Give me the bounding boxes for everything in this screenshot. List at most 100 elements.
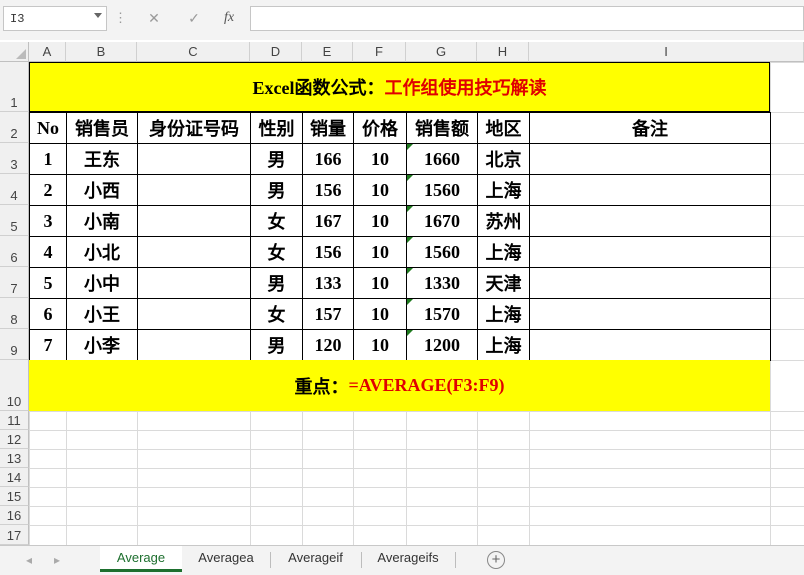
- table-cell[interactable]: [137, 143, 251, 175]
- column-header-f[interactable]: F: [353, 42, 406, 62]
- table-cell[interactable]: 157: [302, 298, 354, 330]
- sheet-tab-average[interactable]: Average: [100, 546, 182, 572]
- column-header-i[interactable]: I: [529, 42, 804, 62]
- row-header-9[interactable]: 9: [0, 329, 29, 360]
- column-header-b[interactable]: B: [66, 42, 137, 62]
- table-cell[interactable]: 上海: [477, 236, 530, 268]
- table-cell[interactable]: 156: [302, 236, 354, 268]
- table-cell[interactable]: 120: [302, 329, 354, 361]
- table-cell[interactable]: 1570: [406, 298, 478, 330]
- table-cell[interactable]: 女: [250, 236, 303, 268]
- table-cell[interactable]: 133: [302, 267, 354, 299]
- table-cell[interactable]: [529, 236, 771, 268]
- table-cell[interactable]: 10: [353, 236, 407, 268]
- table-cell[interactable]: 小中: [66, 267, 138, 299]
- table-cell[interactable]: 7: [29, 329, 67, 361]
- table-cell[interactable]: 上海: [477, 174, 530, 206]
- table-cell[interactable]: 北京: [477, 143, 530, 175]
- table-cell[interactable]: 3: [29, 205, 67, 237]
- table-cell[interactable]: [137, 329, 251, 361]
- table-cell[interactable]: [529, 205, 771, 237]
- column-header-e[interactable]: E: [302, 42, 353, 62]
- row-header-15[interactable]: 15: [0, 487, 29, 506]
- table-cell[interactable]: 小李: [66, 329, 138, 361]
- table-cell[interactable]: [137, 205, 251, 237]
- table-cell[interactable]: 小北: [66, 236, 138, 268]
- table-cell[interactable]: 10: [353, 143, 407, 175]
- row-header-3[interactable]: 3: [0, 143, 29, 174]
- row-header-5[interactable]: 5: [0, 205, 29, 236]
- column-header-g[interactable]: G: [406, 42, 477, 62]
- row-header-4[interactable]: 4: [0, 174, 29, 205]
- table-cell[interactable]: 1670: [406, 205, 478, 237]
- formula-input[interactable]: [250, 6, 804, 31]
- row-header-11[interactable]: 11: [0, 411, 29, 430]
- table-cell[interactable]: 2: [29, 174, 67, 206]
- table-header-cell[interactable]: 销量: [302, 112, 354, 144]
- table-cell[interactable]: [137, 267, 251, 299]
- table-cell[interactable]: 10: [353, 205, 407, 237]
- table-cell[interactable]: 167: [302, 205, 354, 237]
- table-header-cell[interactable]: 价格: [353, 112, 407, 144]
- table-cell[interactable]: [529, 174, 771, 206]
- table-header-cell[interactable]: No: [29, 112, 67, 144]
- table-cell[interactable]: 1: [29, 143, 67, 175]
- name-box[interactable]: I3: [3, 6, 107, 31]
- table-cell[interactable]: [529, 329, 771, 361]
- row-header-2[interactable]: 2: [0, 112, 29, 143]
- column-header-c[interactable]: C: [137, 42, 250, 62]
- table-cell[interactable]: [529, 267, 771, 299]
- table-cell[interactable]: 166: [302, 143, 354, 175]
- table-cell[interactable]: 男: [250, 329, 303, 361]
- table-cell[interactable]: 男: [250, 143, 303, 175]
- table-cell[interactable]: [529, 298, 771, 330]
- table-cell[interactable]: 小王: [66, 298, 138, 330]
- row-header-16[interactable]: 16: [0, 506, 29, 525]
- table-cell[interactable]: 1660: [406, 143, 478, 175]
- row-header-12[interactable]: 12: [0, 430, 29, 449]
- row-header-6[interactable]: 6: [0, 236, 29, 267]
- table-cell[interactable]: [137, 298, 251, 330]
- table-cell[interactable]: 1560: [406, 236, 478, 268]
- row-header-13[interactable]: 13: [0, 449, 29, 468]
- table-cell[interactable]: 男: [250, 267, 303, 299]
- sheet-tab-averagea[interactable]: Averagea: [182, 546, 270, 572]
- table-cell[interactable]: 小西: [66, 174, 138, 206]
- table-cell[interactable]: 苏州: [477, 205, 530, 237]
- table-cell[interactable]: [137, 236, 251, 268]
- column-header-h[interactable]: H: [477, 42, 529, 62]
- table-cell[interactable]: 女: [250, 205, 303, 237]
- table-header-cell[interactable]: 身份证号码: [137, 112, 251, 144]
- table-header-cell[interactable]: 销售员: [66, 112, 138, 144]
- table-cell[interactable]: 4: [29, 236, 67, 268]
- table-cell[interactable]: 10: [353, 298, 407, 330]
- table-cell[interactable]: [137, 174, 251, 206]
- sheet-tab-averageif[interactable]: Averageif: [270, 546, 361, 572]
- table-header-cell[interactable]: 备注: [529, 112, 771, 144]
- row-header-1[interactable]: 1: [0, 62, 29, 112]
- table-cell[interactable]: 1330: [406, 267, 478, 299]
- row-header-17[interactable]: 17: [0, 525, 29, 545]
- row-header-8[interactable]: 8: [0, 298, 29, 329]
- title-banner[interactable]: Excel函数公式： 工作组使用技巧解读: [29, 62, 770, 112]
- sheet-tab-averageifs[interactable]: Averageifs: [361, 546, 455, 572]
- table-cell[interactable]: 天津: [477, 267, 530, 299]
- table-cell[interactable]: 10: [353, 329, 407, 361]
- table-cell[interactable]: 1200: [406, 329, 478, 361]
- row-header-10[interactable]: 10: [0, 360, 29, 411]
- table-header-cell[interactable]: 性别: [250, 112, 303, 144]
- table-cell[interactable]: 10: [353, 174, 407, 206]
- chevron-down-icon[interactable]: [94, 13, 102, 18]
- next-sheet-icon[interactable]: ▸: [50, 552, 64, 568]
- row-header-7[interactable]: 7: [0, 267, 29, 298]
- table-cell[interactable]: 王东: [66, 143, 138, 175]
- table-cell[interactable]: 10: [353, 267, 407, 299]
- table-header-cell[interactable]: 销售额: [406, 112, 478, 144]
- table-cell[interactable]: 男: [250, 174, 303, 206]
- add-sheet-icon[interactable]: +: [487, 551, 505, 569]
- table-cell[interactable]: 6: [29, 298, 67, 330]
- footer-banner[interactable]: 重点： =AVERAGE(F3:F9): [29, 360, 770, 411]
- table-cell[interactable]: 女: [250, 298, 303, 330]
- row-header-14[interactable]: 14: [0, 468, 29, 487]
- table-cell[interactable]: [529, 143, 771, 175]
